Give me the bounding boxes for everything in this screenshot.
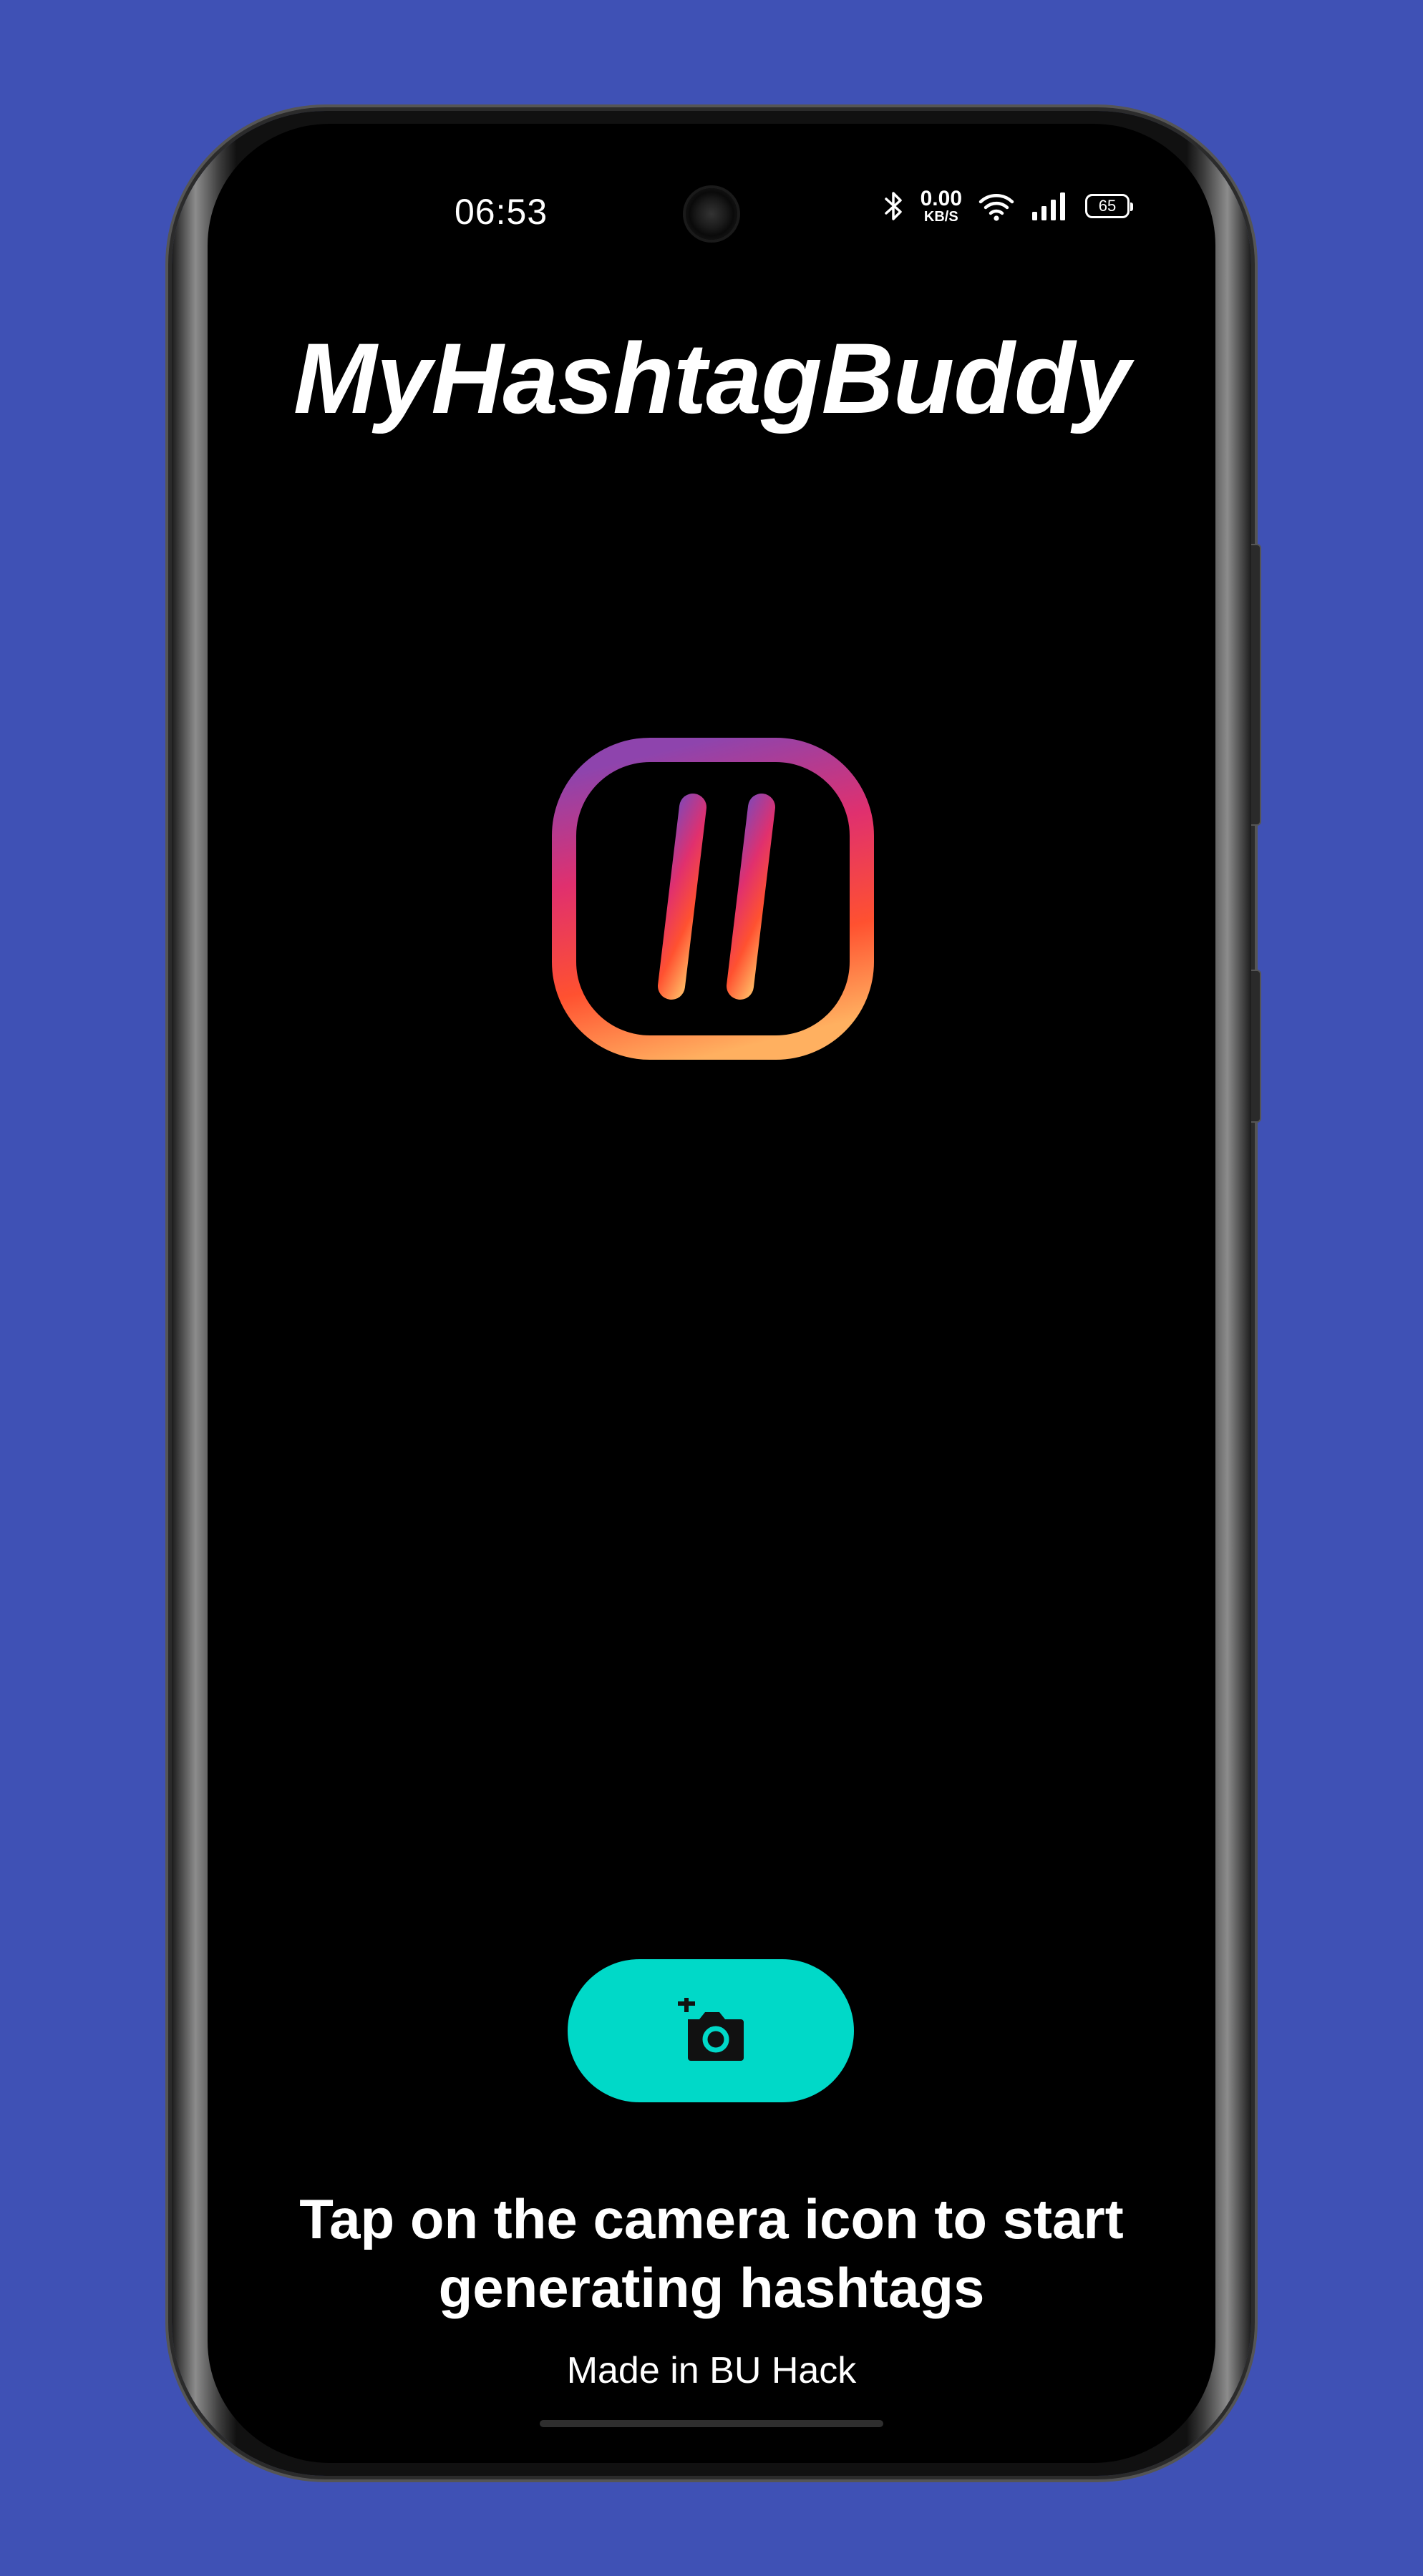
- home-indicator[interactable]: [540, 2420, 883, 2427]
- network-speed: 0.00 KB/S: [920, 187, 962, 225]
- battery-level: 65: [1098, 197, 1117, 215]
- add-photo-camera-icon: [675, 1994, 747, 2064]
- phone-frame: 06:53 0.00 KB/S 65 MyHashtagBuddy Tap on…: [172, 111, 1261, 2476]
- add-photo-button[interactable]: [568, 1959, 854, 2102]
- volume-button: [1251, 544, 1261, 826]
- instruction-line-1: Tap on the camera icon to start: [299, 2187, 1124, 2250]
- front-camera: [686, 188, 737, 240]
- signal-icon: [1031, 190, 1069, 222]
- instruction-text: Tap on the camera icon to start generati…: [208, 2185, 1215, 2322]
- power-button: [1251, 970, 1261, 1123]
- hashtag-icon: [550, 736, 876, 1062]
- status-bar: 06:53 0.00 KB/S 65: [208, 174, 1215, 245]
- network-speed-unit: KB/S: [923, 209, 958, 225]
- phone-screen: 06:53 0.00 KB/S 65 MyHashtagBuddy Tap on…: [208, 124, 1215, 2463]
- status-time: 06:53: [455, 192, 548, 232]
- wifi-icon: [978, 190, 1015, 222]
- bluetooth-icon: [883, 190, 905, 222]
- battery-icon: 65: [1085, 194, 1133, 218]
- footer-credit: Made in BU Hack: [566, 2350, 857, 2391]
- status-icons: 0.00 KB/S 65: [883, 187, 1133, 225]
- app-title: MyHashtagBuddy: [293, 322, 1130, 434]
- network-speed-value: 0.00: [920, 187, 962, 210]
- instruction-line-2: generating hashtags: [438, 2256, 985, 2319]
